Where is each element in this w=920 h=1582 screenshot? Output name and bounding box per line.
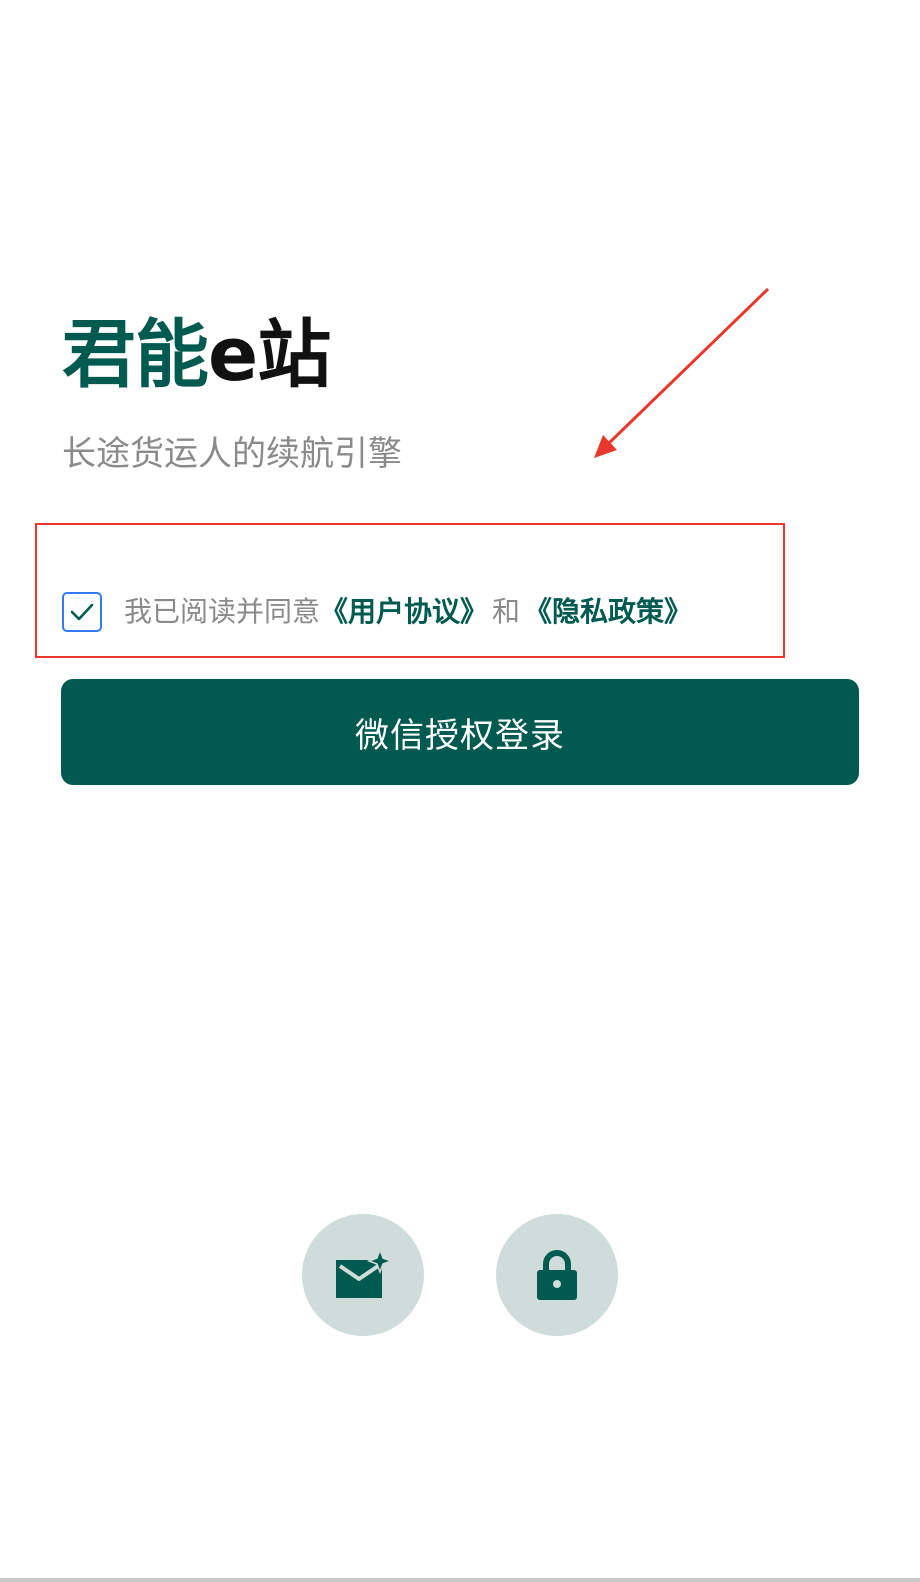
email-icon [336,1250,392,1298]
agreement-checkbox[interactable] [62,592,102,632]
app-title-suffix: e站 [208,312,331,398]
agreement-and-text: 和 [492,595,521,628]
password-login-button[interactable] [496,1214,618,1336]
lock-icon [537,1250,577,1300]
app-title-brand: 君能 [62,312,209,398]
app-title: 君能e站 [62,312,331,398]
email-login-button[interactable] [302,1214,424,1336]
checkmark-icon [70,603,94,621]
agreement-text: 我已阅读并同意 [124,595,321,628]
privacy-policy-link[interactable]: 《隐私政策》 [524,590,692,634]
user-agreement-link[interactable]: 《用户协议》 [320,590,488,634]
agreement-row: 我已阅读并同意 《用户协议》 和 《隐私政策》 [62,590,692,634]
bottom-divider [0,1578,920,1582]
wechat-login-button[interactable]: 微信授权登录 [61,679,859,785]
app-subtitle: 长途货运人的续航引擎 [62,434,402,474]
annotation-arrow [594,287,770,458]
